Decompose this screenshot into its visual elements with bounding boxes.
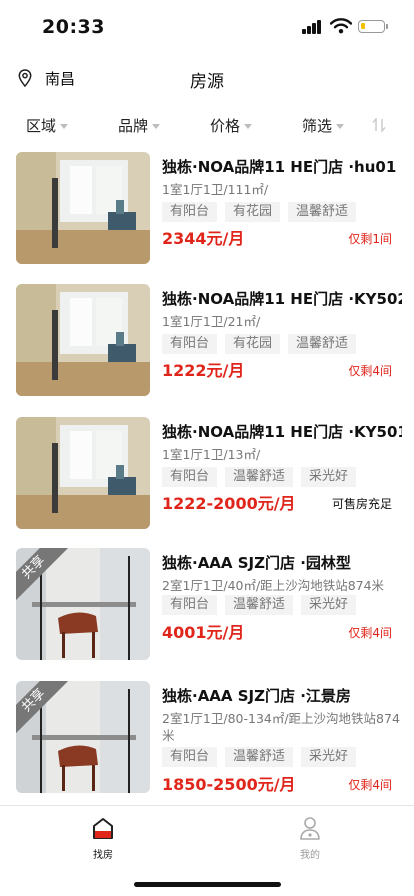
chevron-down-icon — [336, 123, 345, 129]
listing-title: 独栋·NOA品牌11 HE门店 ·KY502 — [162, 290, 402, 308]
listing-photo — [16, 152, 150, 264]
tab-find-house[interactable]: 找房 — [73, 814, 133, 861]
listing-card[interactable]: 独栋·NOA品牌11 HE门店 ·hu01 1室1厅1卫/111㎡/ 有阳台 有… — [0, 152, 414, 284]
battery-cap — [386, 24, 388, 29]
listing-price: 1222-2000元/月 — [162, 494, 296, 513]
feature-tag: 温馨舒适 — [225, 595, 294, 615]
filter-more-label: 筛选 — [302, 117, 333, 135]
filter-price[interactable]: 价格 — [210, 115, 253, 136]
feature-tag: 有阳台 — [162, 595, 218, 615]
listing-card[interactable]: 共享 独栋·AAA SJZ门店 ·江景房 2室1厅1卫/80-134㎡/距上沙沟… — [0, 681, 414, 805]
cellular-signal-icon — [302, 20, 322, 34]
feature-tag: 有阳台 — [162, 202, 218, 222]
tab-mine-label: 我的 — [300, 850, 320, 861]
feature-tag: 温馨舒适 — [225, 467, 294, 487]
feature-tag: 有花园 — [225, 202, 281, 222]
wifi-icon — [330, 18, 352, 34]
filter-bar: 区域 品牌 价格 筛选 — [0, 108, 414, 142]
listing-card[interactable]: 独栋·NOA品牌11 HE门店 ·KY502 1室1厅1卫/21㎡/ 有阳台 有… — [0, 284, 414, 416]
feature-tag: 有阳台 — [162, 747, 218, 767]
availability-status: 仅剩4间 — [348, 778, 392, 792]
listing-meta: 1室1厅1卫/21㎡/ — [162, 314, 261, 329]
listing-tags: 有阳台 温馨舒适 采光好 — [162, 467, 357, 487]
listing-card[interactable]: 独栋·NOA品牌11 HE门店 ·KY501 1室1厅1卫/13㎡/ 有阳台 温… — [0, 417, 414, 549]
feature-tag: 有花园 — [225, 334, 281, 354]
filter-area-label: 区域 — [26, 117, 57, 135]
chevron-down-icon — [244, 123, 253, 129]
availability-status: 仅剩4间 — [348, 626, 392, 640]
listing-tags: 有阳台 温馨舒适 采光好 — [162, 595, 357, 615]
sort-icon[interactable] — [372, 118, 386, 132]
listing-title: 独栋·NOA品牌11 HE门店 ·hu01 — [162, 158, 397, 176]
feature-tag: 温馨舒适 — [288, 202, 357, 222]
listing-meta: 1室1厅1卫/111㎡/ — [162, 182, 269, 197]
feature-tag: 有阳台 — [162, 467, 218, 487]
listing-tags: 有阳台 有花园 温馨舒适 — [162, 202, 357, 222]
listing-tags: 有阳台 温馨舒适 采光好 — [162, 747, 357, 767]
status-time: 20:33 — [42, 16, 105, 38]
feature-tag: 采光好 — [301, 467, 357, 487]
chevron-down-icon — [152, 123, 161, 129]
home-indicator — [134, 882, 281, 887]
filter-brand[interactable]: 品牌 — [118, 115, 161, 136]
listing-price: 1850-2500元/月 — [162, 775, 296, 794]
listing-price: 1222元/月 — [162, 361, 245, 380]
listing-photo — [16, 284, 150, 396]
filter-more[interactable]: 筛选 — [302, 115, 345, 136]
listing-title: 独栋·NOA品牌11 HE门店 ·KY501 — [162, 423, 402, 441]
tab-mine[interactable]: 我的 — [280, 814, 340, 861]
listing-card[interactable]: 共享 独栋·AAA SJZ门店 ·园林型 2室1厅1卫/40㎡/距上沙沟地铁站8… — [0, 548, 414, 680]
listing-title: 独栋·AAA SJZ门店 ·江景房 — [162, 687, 351, 705]
feature-tag: 有阳台 — [162, 334, 218, 354]
listing-photo — [16, 417, 150, 529]
page-title: 房源 — [190, 72, 224, 92]
feature-tag: 采光好 — [301, 595, 357, 615]
top-nav: 南昌 房源 — [0, 56, 414, 100]
feature-tag: 温馨舒适 — [225, 747, 294, 767]
chevron-down-icon — [60, 123, 69, 129]
listing-photo: 共享 — [16, 548, 150, 660]
availability-status: 仅剩4间 — [348, 364, 392, 378]
tab-find-house-label: 找房 — [93, 850, 113, 861]
filter-area[interactable]: 区域 — [26, 115, 69, 136]
battery-icon — [358, 20, 385, 33]
profile-icon — [300, 817, 320, 840]
feature-tag: 采光好 — [301, 747, 357, 767]
availability-status: 可售房充足 — [331, 497, 392, 511]
house-search-icon — [93, 818, 113, 839]
listing-list: 独栋·NOA品牌11 HE门店 ·hu01 1室1厅1卫/111㎡/ 有阳台 有… — [0, 150, 414, 805]
listing-price: 4001元/月 — [162, 623, 245, 642]
listing-photo: 共享 — [16, 681, 150, 793]
status-bar: 20:33 — [0, 0, 414, 56]
feature-tag: 温馨舒适 — [288, 334, 357, 354]
listing-meta: 2室1厅1卫/40㎡/距上沙沟地铁站874米 — [162, 578, 385, 593]
availability-status: 仅剩1间 — [348, 232, 392, 246]
listing-meta: 1室1厅1卫/13㎡/ — [162, 447, 261, 462]
filter-brand-label: 品牌 — [118, 117, 149, 135]
listing-price: 2344元/月 — [162, 229, 245, 248]
filter-price-label: 价格 — [210, 117, 241, 135]
listing-meta: 2室1厅1卫/80-134㎡/距上沙沟地铁站874米 — [162, 711, 400, 743]
listing-title: 独栋·AAA SJZ门店 ·园林型 — [162, 554, 351, 572]
listing-tags: 有阳台 有花园 温馨舒适 — [162, 334, 357, 354]
